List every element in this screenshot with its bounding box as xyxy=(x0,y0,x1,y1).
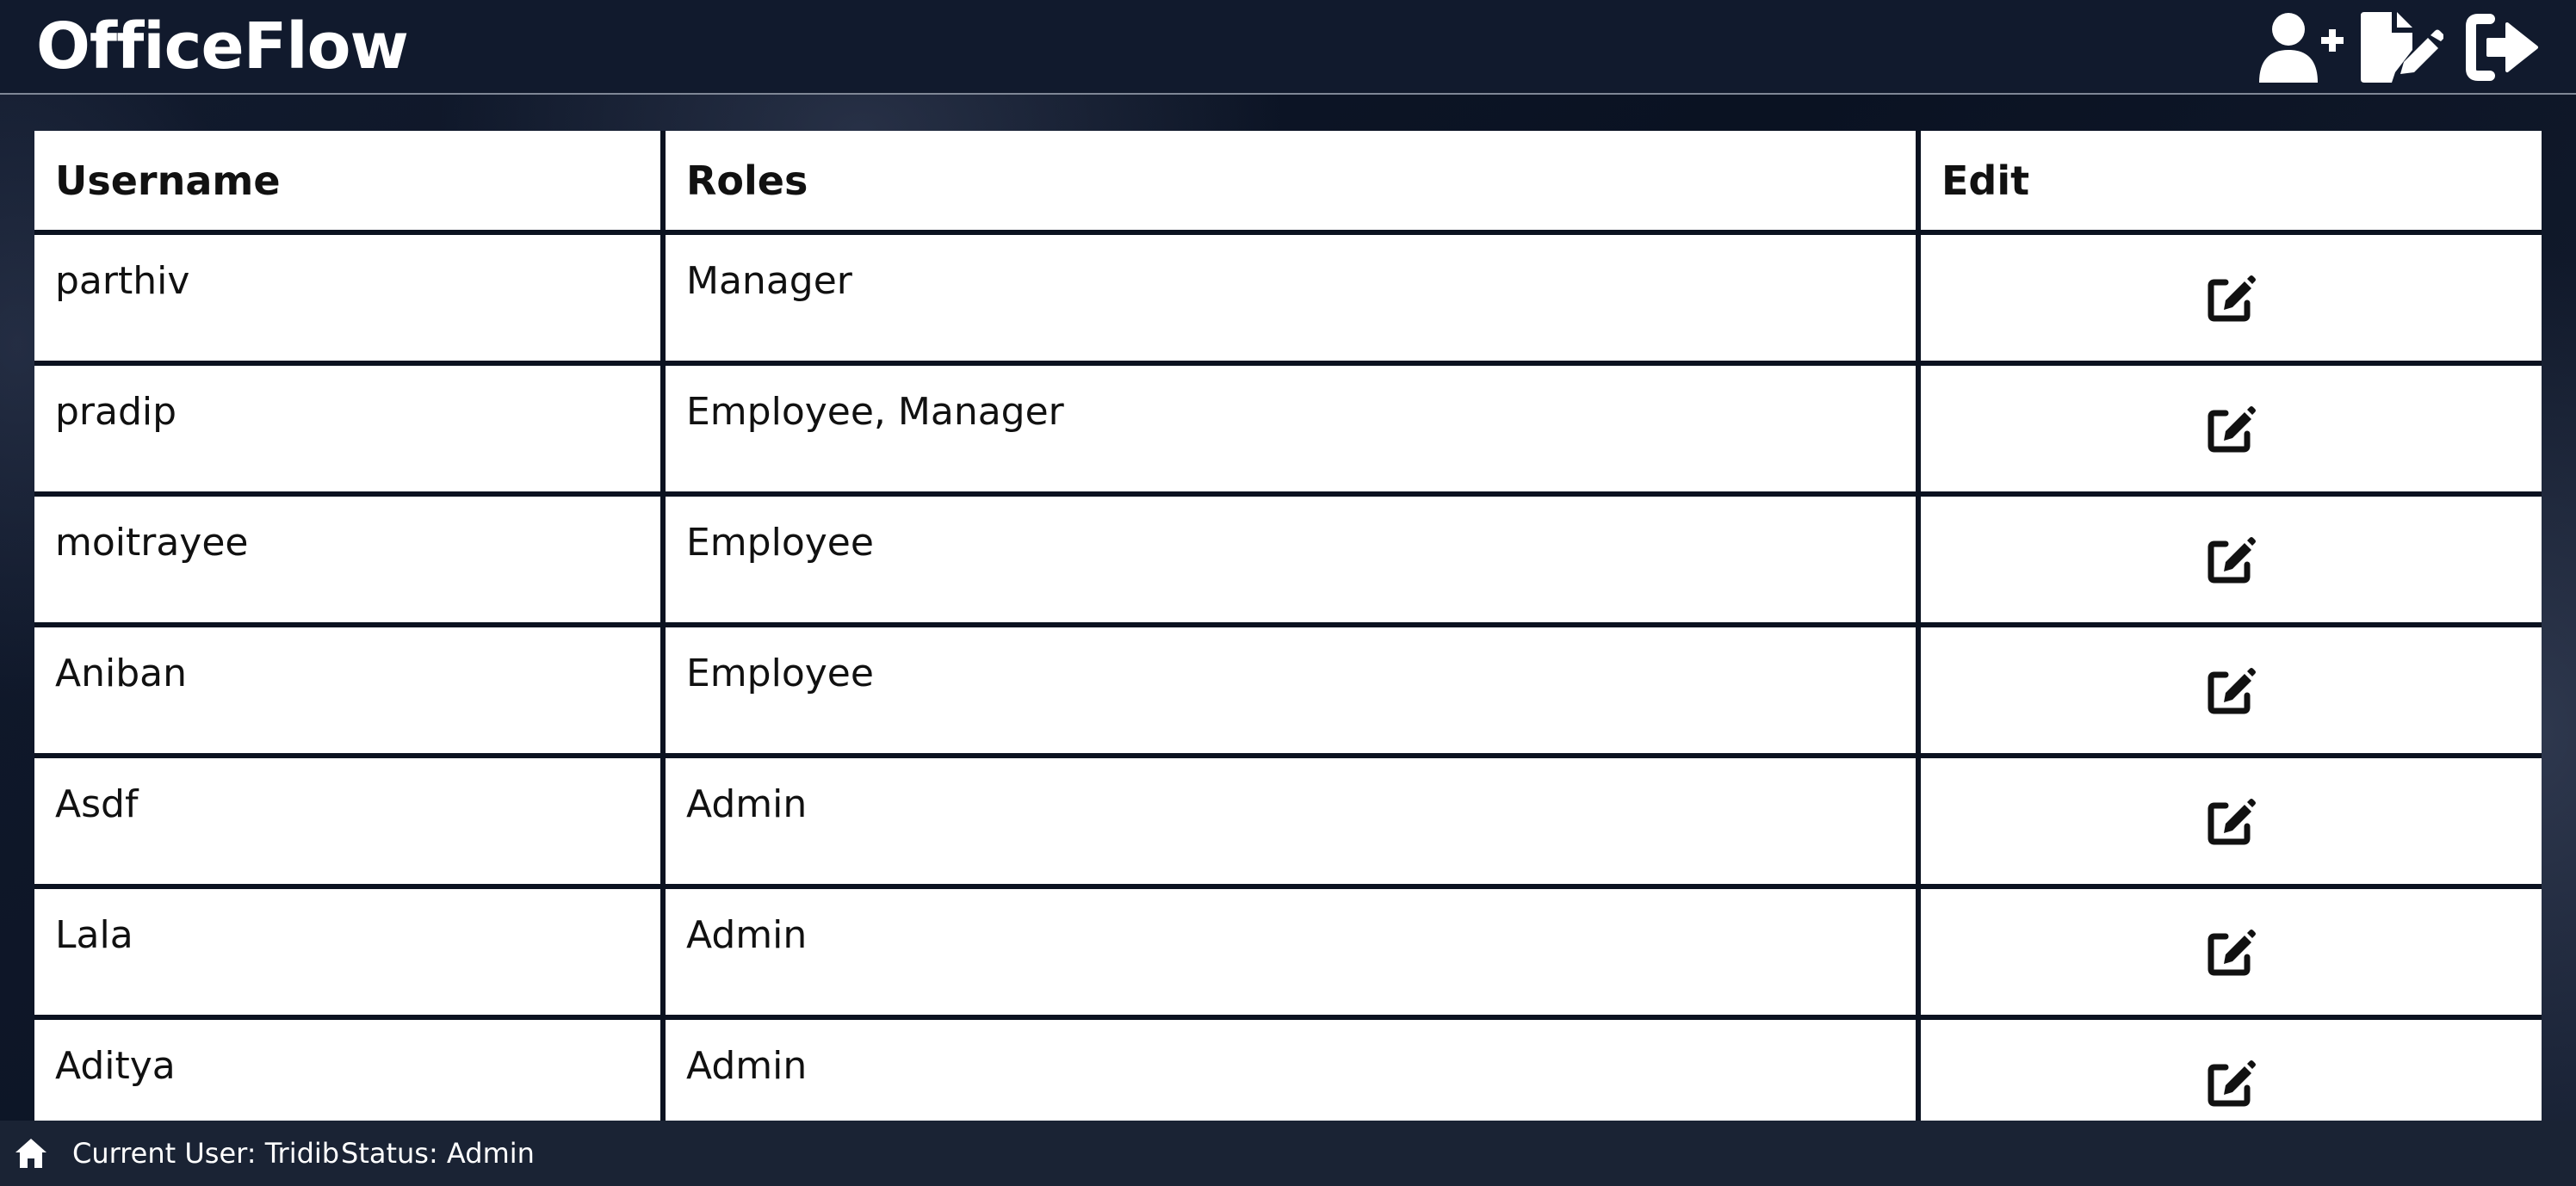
table-row: Aditya Admin xyxy=(34,1015,2542,1121)
edit-user-button[interactable] xyxy=(2207,404,2257,454)
username-cell: pradip xyxy=(34,361,666,497)
username-cell: Aniban xyxy=(34,622,666,758)
app-brand[interactable]: OfficeFlow xyxy=(36,5,409,88)
edit-icon xyxy=(2208,275,2256,322)
edit-user-button[interactable] xyxy=(2207,273,2257,323)
edit-icon xyxy=(2208,668,2256,714)
logout-button[interactable] xyxy=(2464,10,2542,84)
table-row: moitrayee Employee xyxy=(34,491,2542,627)
username-cell: Asdf xyxy=(34,753,666,889)
edit-user-button[interactable] xyxy=(2207,665,2257,715)
username-cell: parthiv xyxy=(34,230,666,366)
edit-icon xyxy=(2208,537,2256,584)
status-label: Status: Admin xyxy=(341,1137,535,1170)
edit-icon xyxy=(2208,930,2256,976)
roles-cell: Employee xyxy=(660,622,1921,758)
add-user-icon xyxy=(2259,13,2344,83)
username-cell: Aditya xyxy=(34,1015,666,1121)
column-header-edit: Edit xyxy=(1916,131,2542,235)
roles-cell: Admin xyxy=(660,753,1921,889)
add-user-button[interactable] xyxy=(2257,10,2345,84)
edit-cell xyxy=(1916,884,2542,1020)
table-row: Aniban Employee xyxy=(34,622,2542,758)
username-cell: moitrayee xyxy=(34,491,666,627)
edit-icon xyxy=(2208,1060,2256,1107)
column-header-roles: Roles xyxy=(660,131,1921,235)
edit-document-button[interactable] xyxy=(2357,10,2443,84)
roles-cell: Employee, Manager xyxy=(660,361,1921,497)
table-row: Lala Admin xyxy=(34,884,2542,1020)
roles-cell: Employee xyxy=(660,491,1921,627)
edit-user-button[interactable] xyxy=(2207,927,2257,977)
edit-cell xyxy=(1916,361,2542,497)
edit-user-button[interactable] xyxy=(2207,1058,2257,1108)
top-navbar: OfficeFlow xyxy=(0,0,2576,95)
status-bar: Current User: Tridib Status: Admin xyxy=(0,1121,2576,1186)
logout-icon xyxy=(2466,14,2538,81)
edit-cell xyxy=(1916,491,2542,627)
table-row: Asdf Admin xyxy=(34,753,2542,889)
edit-cell xyxy=(1916,622,2542,758)
home-icon xyxy=(15,1139,46,1168)
edit-document-icon xyxy=(2361,12,2443,83)
roles-cell: Admin xyxy=(660,1015,1921,1121)
edit-icon xyxy=(2208,406,2256,453)
username-cell: Lala xyxy=(34,884,666,1020)
table-row: pradip Employee, Manager xyxy=(34,361,2542,497)
column-header-username: Username xyxy=(34,131,666,235)
edit-cell xyxy=(1916,753,2542,889)
roles-cell: Admin xyxy=(660,884,1921,1020)
edit-cell xyxy=(1916,1015,2542,1121)
current-user-label: Current User: Tridib xyxy=(72,1137,340,1170)
table-header-row: Username Roles Edit xyxy=(34,131,2542,235)
table-row: parthiv Manager xyxy=(34,230,2542,366)
roles-cell: Manager xyxy=(660,230,1921,366)
users-table-container[interactable]: Username Roles Edit parthiv Manager prad… xyxy=(34,131,2542,1121)
edit-user-button[interactable] xyxy=(2207,534,2257,584)
edit-icon xyxy=(2208,799,2256,845)
home-button[interactable] xyxy=(14,1136,48,1171)
users-table: Username Roles Edit parthiv Manager prad… xyxy=(34,131,2542,1121)
edit-user-button[interactable] xyxy=(2207,796,2257,846)
edit-cell xyxy=(1916,230,2542,366)
